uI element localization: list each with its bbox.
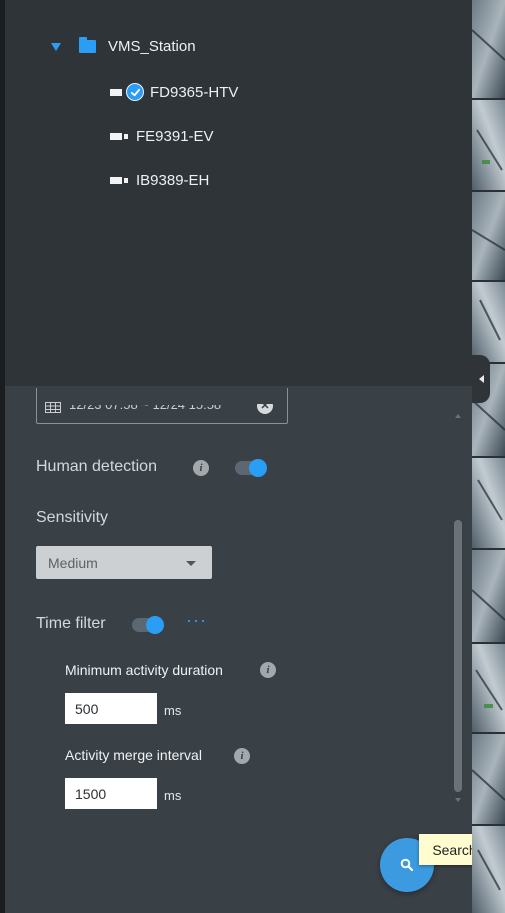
human-detection-label: Human detection <box>36 458 157 475</box>
expand-caret-icon[interactable] <box>51 42 61 51</box>
camera-thumbnails <box>472 0 505 913</box>
search-icon <box>400 858 414 872</box>
chevron-down-icon <box>186 561 196 566</box>
toggle-knob <box>146 616 164 634</box>
min-duration-label: Minimum activity duration <box>65 662 223 678</box>
time-filter-toggle[interactable] <box>132 616 164 634</box>
tree-device-fe9391[interactable]: FE9391-EV <box>110 128 214 145</box>
info-icon[interactable]: i <box>234 748 250 764</box>
date-range-text: 12/23 07:58 ~ 12/24 15:58 <box>69 397 222 412</box>
toggle-knob <box>249 459 267 477</box>
folder-icon <box>79 37 96 53</box>
sensitivity-value: Medium <box>48 554 98 571</box>
human-detection-toggle[interactable] <box>235 459 267 477</box>
sensitivity-select[interactable]: Medium <box>36 546 212 579</box>
min-duration-unit: ms <box>164 703 182 718</box>
check-icon[interactable] <box>126 83 144 101</box>
tree-root-label: VMS_Station <box>108 38 196 55</box>
merge-interval-unit: ms <box>164 788 182 803</box>
calendar-icon <box>45 402 61 413</box>
thumbnail-tiles <box>472 0 505 913</box>
camera-icon <box>110 133 128 140</box>
merge-interval-input[interactable] <box>65 778 157 809</box>
device-tree-panel: VMS_Station FD9365-HTV FE9391-EV IB9389-… <box>5 0 472 386</box>
panel-scrollbar[interactable] <box>454 520 462 792</box>
device-label: FD9365-HTV <box>150 83 239 101</box>
collapse-panel-button[interactable] <box>472 355 490 403</box>
device-label: FE9391-EV <box>136 128 214 145</box>
merge-interval-label: Activity merge interval <box>65 747 202 763</box>
camera-icon <box>110 177 128 184</box>
info-icon[interactable]: i <box>260 662 276 678</box>
tree-root-vms-station[interactable]: VMS_Station <box>51 37 196 55</box>
sensitivity-label: Sensitivity <box>36 509 109 526</box>
info-icon[interactable]: i <box>193 460 209 476</box>
time-filter-label: Time filter <box>36 615 106 632</box>
camera-icon <box>110 88 122 96</box>
tree-device-fd9365[interactable]: FD9365-HTV <box>110 83 238 101</box>
device-label: IB9389-EH <box>136 172 210 189</box>
live-view-strip[interactable] <box>472 0 505 913</box>
scroll-up-arrow-icon[interactable] <box>455 414 461 418</box>
clear-icon[interactable]: ✕ <box>257 404 273 414</box>
search-options-panel: 12/23 07:58 ~ 12/24 15:58 ✕ Human detect… <box>5 386 472 913</box>
more-options-icon[interactable]: ··· <box>186 611 207 629</box>
tree-device-ib9389[interactable]: IB9389-EH <box>110 172 209 189</box>
date-range-field[interactable]: 12/23 07:58 ~ 12/24 15:58 ✕ <box>36 388 288 424</box>
app-window: VMS_Station FD9365-HTV FE9391-EV IB9389-… <box>0 0 505 913</box>
chevron-left-icon <box>478 375 484 383</box>
min-duration-input[interactable] <box>65 693 157 724</box>
search-tooltip: Search <box>419 834 472 865</box>
scroll-down-arrow-icon[interactable] <box>455 798 461 802</box>
